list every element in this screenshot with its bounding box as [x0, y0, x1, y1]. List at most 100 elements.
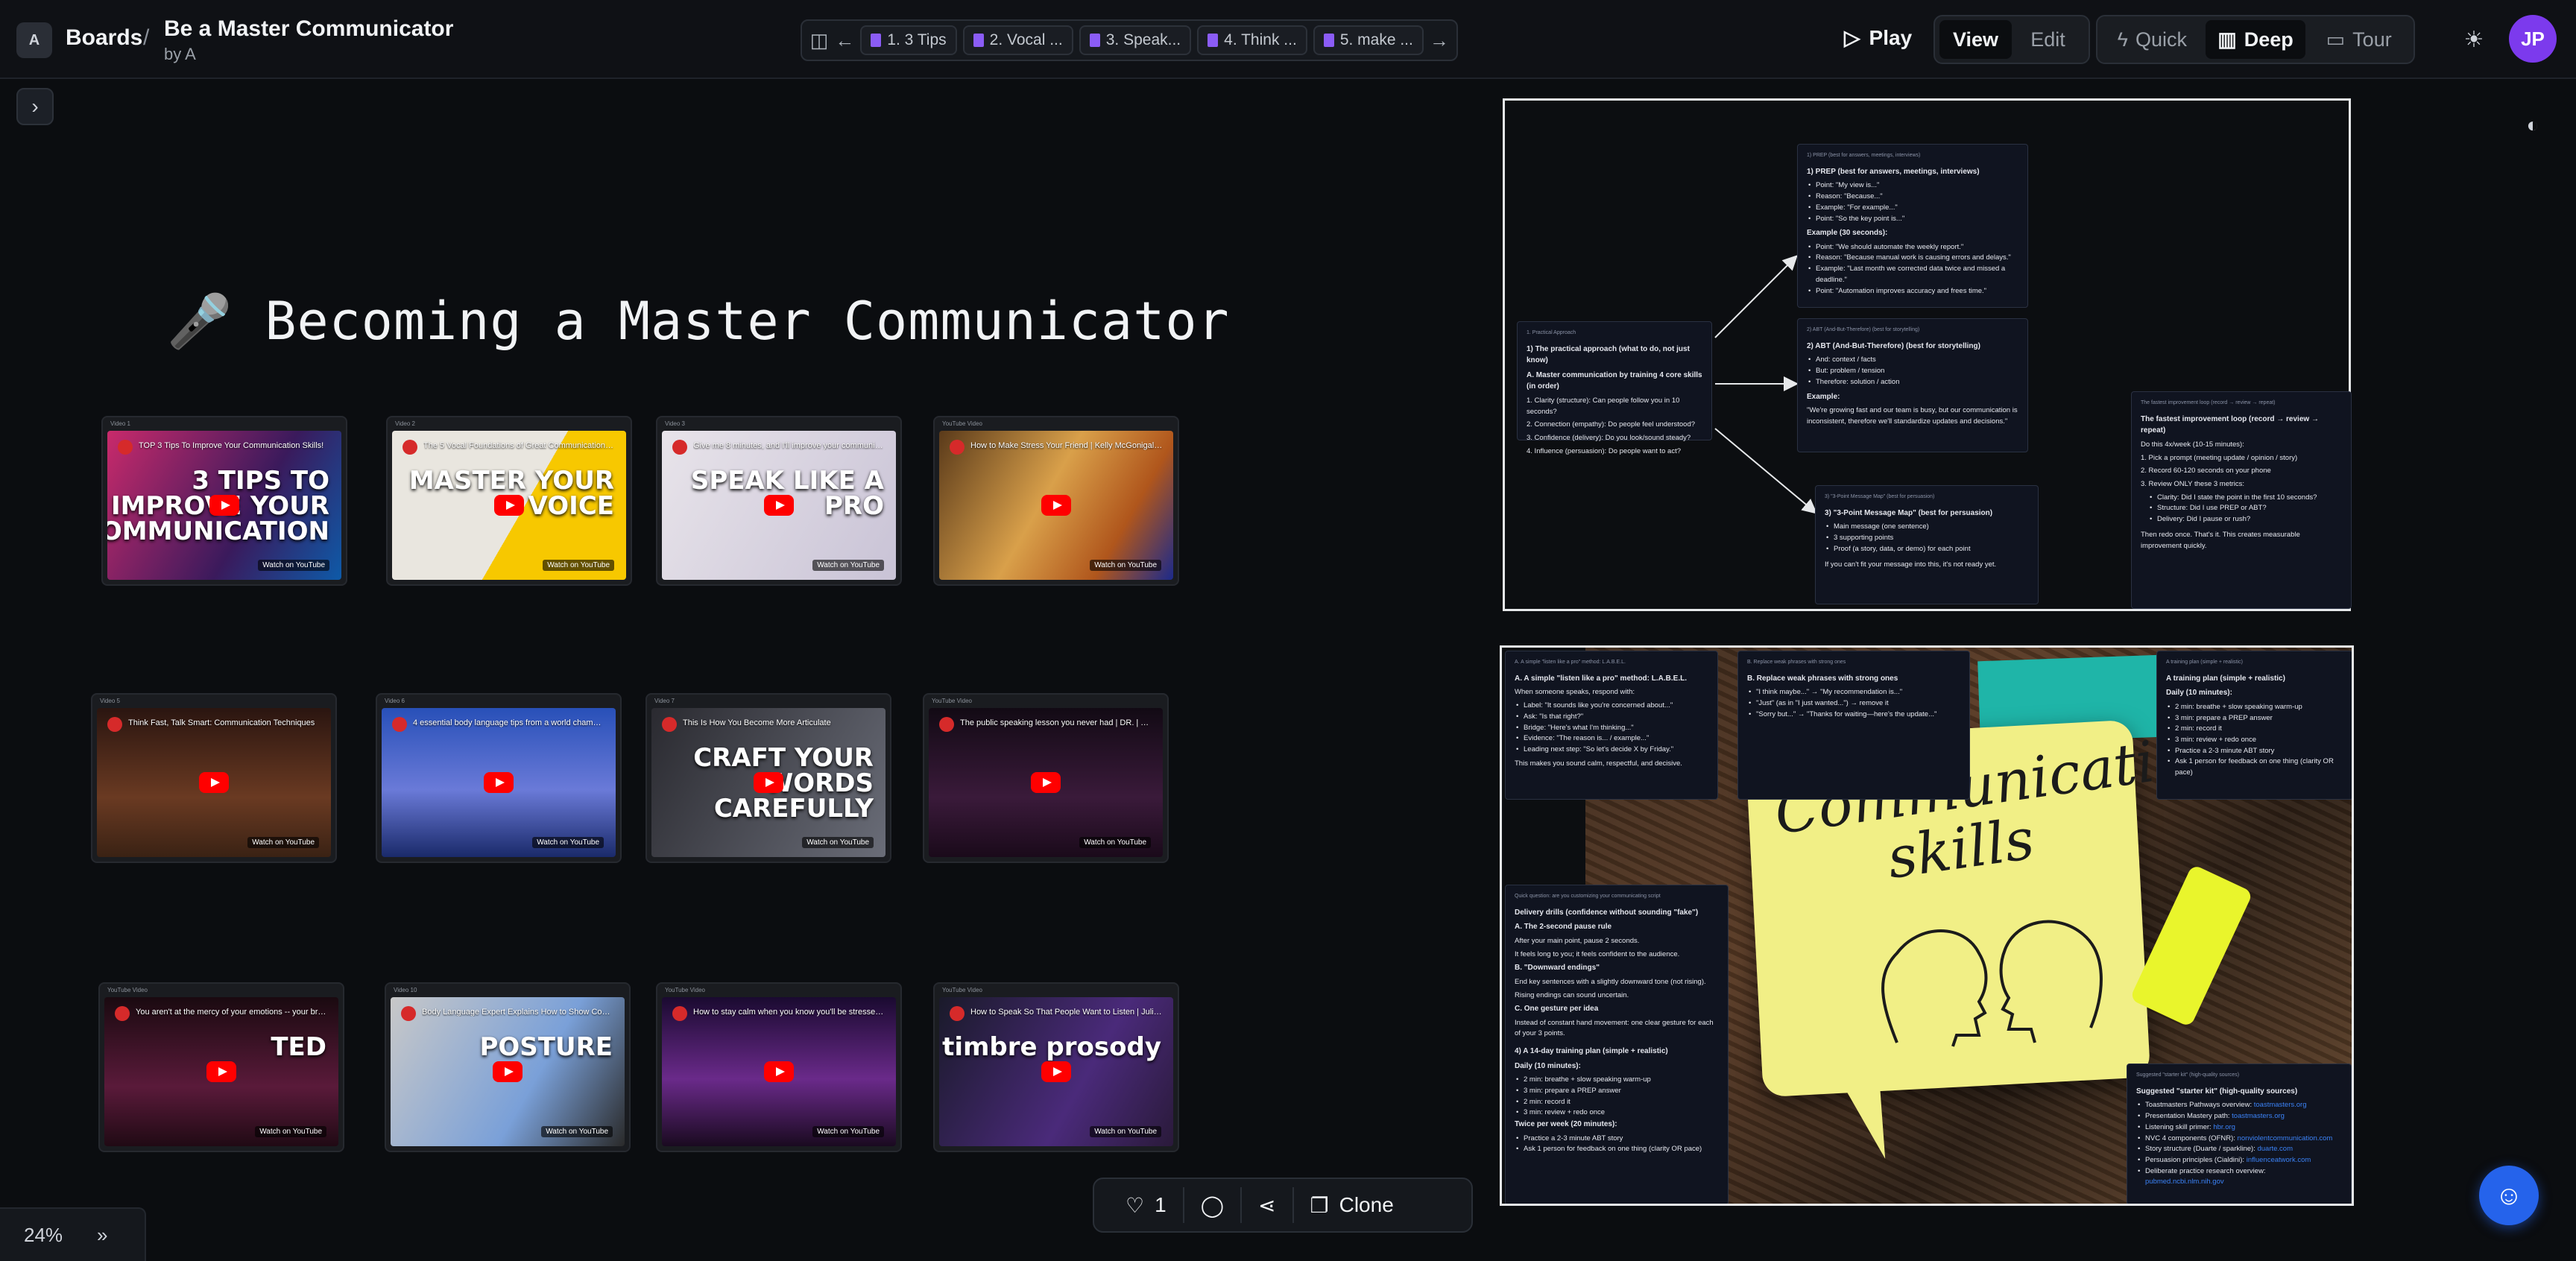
watch-on-youtube-link[interactable]: Watch on YouTube	[1090, 560, 1161, 571]
video-card[interactable]: Video 7 This Is How You Become More Artic…	[645, 693, 891, 863]
frame-tab-4[interactable]: 4. Think ...	[1197, 25, 1307, 55]
frame-practical-approach[interactable]: 1. Practical Approach 1) The practical a…	[1503, 98, 2352, 611]
frame-communication-skills[interactable]: Communication skills A. A simple "listen…	[1500, 645, 2354, 1206]
starter-kit-link[interactable]: influenceatwork.com	[2247, 1156, 2311, 1164]
note-practical-approach[interactable]: 1. Practical Approach 1) The practical a…	[1517, 321, 1712, 455]
watch-on-youtube-link[interactable]: Watch on YouTube	[1090, 1126, 1161, 1137]
video-title[interactable]: Think Fast, Talk Smart: Communication Te…	[128, 718, 321, 727]
video-thumbnail[interactable]: How to Speak So That People Want to List…	[939, 997, 1173, 1146]
frame-tab-1[interactable]: 1. 3 Tips	[860, 25, 957, 55]
clone-button[interactable]: ❐ Clone	[1292, 1187, 1410, 1223]
video-thumbnail[interactable]: The public speaking lesson you never had…	[929, 708, 1163, 857]
chevron-right-icon[interactable]: ›	[16, 88, 54, 125]
video-title[interactable]: Give me 8 minutes, and I'll improve your…	[693, 441, 886, 450]
app-logo[interactable]: A	[16, 22, 52, 58]
edit-button[interactable]: Edit	[2012, 20, 2084, 59]
note-label-method[interactable]: A. A simple "listen like a pro" method: …	[1505, 651, 1718, 800]
frame-tab-3[interactable]: 3. Speak...	[1079, 25, 1192, 55]
view-button[interactable]: View	[1939, 20, 2012, 59]
video-thumbnail[interactable]: 4 essential body language tips from a wo…	[382, 708, 616, 857]
watch-on-youtube-link[interactable]: Watch on YouTube	[1079, 837, 1151, 848]
zoom-level[interactable]: 24%	[24, 1224, 63, 1247]
video-title[interactable]: How to Make Stress Your Friend | Kelly M…	[970, 441, 1163, 450]
note-delivery-drills[interactable]: Quick question: are you customizing your…	[1505, 885, 1729, 1204]
video-thumbnail[interactable]: TOP 3 Tips To Improve Your Communication…	[107, 431, 341, 580]
video-card[interactable]: YouTube Video How to stay calm when you k…	[656, 982, 902, 1152]
video-card[interactable]: Video 2 The 5 Vocal Foundations of Great …	[386, 416, 632, 586]
comment-button[interactable]: ◯	[1182, 1187, 1240, 1223]
next-frame-button[interactable]: →	[1430, 25, 1449, 56]
video-title[interactable]: You aren't at the mercy of your emotions…	[136, 1008, 328, 1017]
youtube-play-icon[interactable]	[764, 1061, 794, 1082]
starter-kit-link[interactable]: pubmed.ncbi.nlm.nih.gov	[2145, 1178, 2224, 1186]
video-title[interactable]: How to stay calm when you know you'll be…	[693, 1008, 886, 1017]
video-thumbnail[interactable]: Give me 8 minutes, and I'll improve your…	[662, 431, 896, 580]
video-thumbnail[interactable]: Body Language Expert Explains How to Sho…	[391, 997, 625, 1146]
youtube-play-icon[interactable]	[1041, 495, 1071, 516]
frame-tab-5[interactable]: 5. make ...	[1313, 25, 1424, 55]
watch-on-youtube-link[interactable]: Watch on YouTube	[802, 837, 874, 848]
youtube-play-icon[interactable]	[754, 772, 783, 793]
youtube-play-icon[interactable]	[484, 772, 514, 793]
watch-on-youtube-link[interactable]: Watch on YouTube	[247, 837, 319, 848]
note-abt[interactable]: 2) ABT (And-But-Therefore) (best for sto…	[1797, 318, 2028, 452]
previous-frame-button[interactable]: ←	[835, 25, 854, 56]
video-thumbnail[interactable]: The 5 Vocal Foundations of Great Communi…	[392, 431, 626, 580]
video-card[interactable]: YouTube Video You aren't at the mercy of …	[98, 982, 344, 1152]
mode-quick-button[interactable]: ϟ Quick	[2102, 20, 2203, 59]
like-button[interactable]: ♡ 1	[1109, 1187, 1183, 1223]
mode-deep-button[interactable]: ▥ Deep	[2205, 20, 2306, 59]
user-avatar[interactable]: JP	[2509, 15, 2557, 63]
share-button[interactable]: ⋖	[1240, 1187, 1292, 1223]
video-thumbnail[interactable]: You aren't at the mercy of your emotions…	[104, 997, 338, 1146]
play-button[interactable]: ▷ Play	[1844, 25, 1912, 50]
watch-on-youtube-link[interactable]: Watch on YouTube	[532, 837, 604, 848]
video-thumbnail[interactable]: How to Make Stress Your Friend | Kelly M…	[939, 431, 1173, 580]
note-training-plan[interactable]: A training plan (simple + realistic) A t…	[2156, 651, 2352, 800]
watch-on-youtube-link[interactable]: Watch on YouTube	[812, 560, 884, 571]
video-title[interactable]: The public speaking lesson you never had…	[960, 718, 1152, 727]
zoom-control[interactable]: 24% »	[0, 1207, 146, 1261]
watch-on-youtube-link[interactable]: Watch on YouTube	[812, 1126, 884, 1137]
video-thumbnail[interactable]: This Is How You Become More Articulate CR…	[651, 708, 886, 857]
video-title[interactable]: Body Language Expert Explains How to Sho…	[422, 1008, 614, 1017]
youtube-play-icon[interactable]	[764, 495, 794, 516]
video-card[interactable]: YouTube Video How to Speak So That People…	[933, 982, 1179, 1152]
video-card[interactable]: YouTube Video How to Make Stress Your Fri…	[933, 416, 1179, 586]
video-title[interactable]: How to Speak So That People Want to List…	[970, 1008, 1163, 1017]
sun-icon[interactable]: ☀	[2457, 22, 2491, 57]
video-card[interactable]: YouTube Video The public speaking lesson …	[923, 693, 1169, 863]
video-card[interactable]: Video 5 Think Fast, Talk Smart: Communica…	[91, 693, 337, 863]
youtube-play-icon[interactable]	[494, 495, 524, 516]
video-title[interactable]: The 5 Vocal Foundations of Great Communi…	[423, 441, 616, 450]
youtube-play-icon[interactable]	[1041, 1061, 1071, 1082]
starter-kit-link[interactable]: toastmasters.org	[2232, 1112, 2285, 1120]
note-weak-phrases[interactable]: B. Replace weak phrases with strong ones…	[1737, 651, 1970, 800]
video-card[interactable]: Video 3 Give me 8 minutes, and I'll impro…	[656, 416, 902, 586]
double-chevron-right-icon[interactable]: »	[97, 1224, 107, 1247]
breadcrumb-boards[interactable]: Boards	[66, 25, 142, 51]
watch-on-youtube-link[interactable]: Watch on YouTube	[543, 560, 614, 571]
note-starter-kit[interactable]: Suggested "starter kit" (high-quality so…	[2127, 1064, 2352, 1204]
youtube-play-icon[interactable]	[206, 1061, 236, 1082]
starter-kit-link[interactable]: toastmasters.org	[2254, 1101, 2307, 1109]
youtube-play-icon[interactable]	[1031, 772, 1061, 793]
video-card[interactable]: Video 1 TOP 3 Tips To Improve Your Commun…	[101, 416, 347, 586]
starter-kit-link[interactable]: duarte.com	[2257, 1145, 2293, 1153]
video-thumbnail[interactable]: Think Fast, Talk Smart: Communication Te…	[97, 708, 331, 857]
assistant-bot-icon[interactable]: ☺	[2479, 1166, 2539, 1225]
watch-on-youtube-link[interactable]: Watch on YouTube	[541, 1126, 613, 1137]
video-title[interactable]: TOP 3 Tips To Improve Your Communication…	[139, 441, 331, 450]
video-title[interactable]: 4 essential body language tips from a wo…	[413, 718, 605, 727]
note-improvement-loop[interactable]: The fastest improvement loop (record → r…	[2131, 391, 2352, 609]
video-card[interactable]: Video 6 4 essential body language tips fr…	[376, 693, 622, 863]
note-prep[interactable]: 1) PREP (best for answers, meetings, int…	[1797, 144, 2028, 308]
starter-kit-link[interactable]: hbr.org	[2213, 1123, 2235, 1131]
youtube-play-icon[interactable]	[199, 772, 229, 793]
note-message-map[interactable]: 3) "3-Point Message Map" (best for persu…	[1815, 485, 2039, 604]
watch-on-youtube-link[interactable]: Watch on YouTube	[255, 1126, 326, 1137]
youtube-play-icon[interactable]	[209, 495, 239, 516]
starter-kit-link[interactable]: nonviolentcommunication.com	[2238, 1134, 2333, 1143]
watch-on-youtube-link[interactable]: Watch on YouTube	[258, 560, 329, 571]
video-card[interactable]: Video 10 Body Language Expert Explains Ho…	[385, 982, 631, 1152]
